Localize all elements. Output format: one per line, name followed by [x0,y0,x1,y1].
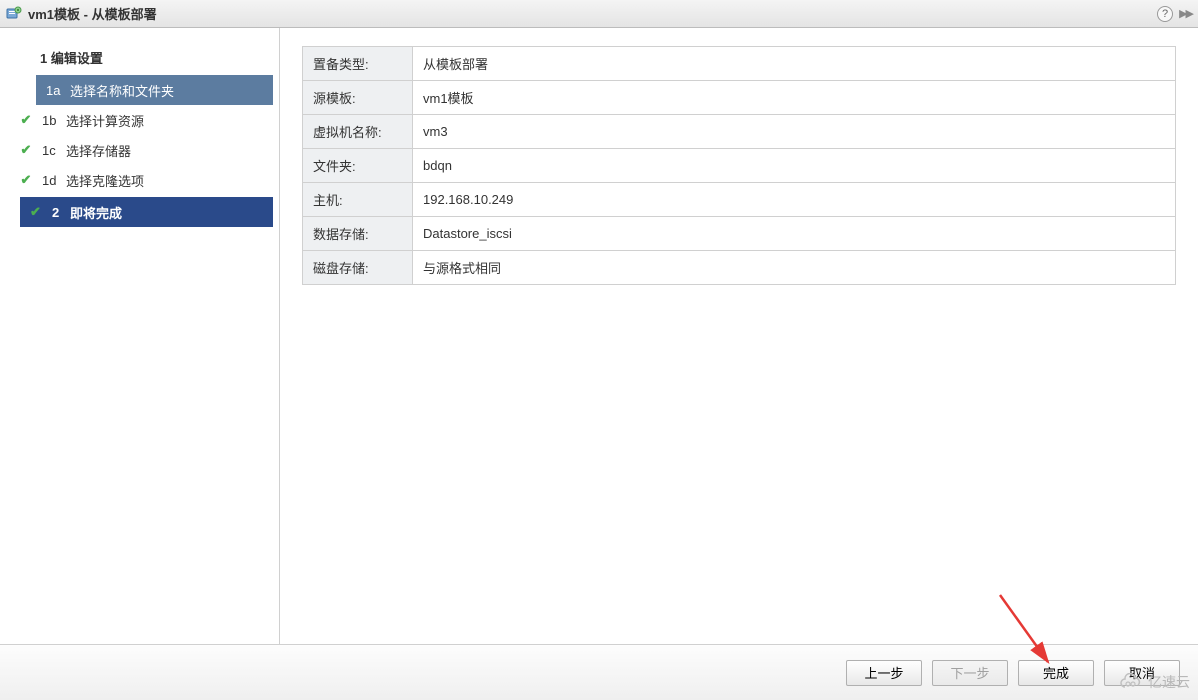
vm-template-icon [6,6,22,22]
step-label: 选择克隆选项 [66,171,144,190]
help-icon[interactable]: ? [1157,6,1173,22]
summary-value: vm3 [413,115,1176,149]
section-label: 编辑设置 [51,51,103,66]
next-button: 下一步 [932,660,1008,686]
table-row: 磁盘存储: 与源格式相同 [303,251,1176,285]
expand-icon[interactable]: ▶▶ [1179,7,1192,20]
summary-key: 源模板: [303,81,413,115]
step-number: 1d [42,173,66,188]
section-number: 2 [52,205,70,220]
summary-value: 从模板部署 [413,47,1176,81]
summary-key: 文件夹: [303,149,413,183]
main-container: 1 编辑设置 ✔ 1a 选择名称和文件夹 ✔ 1b 选择计算资源 ✔ 1c 选择… [0,28,1198,644]
step-1b[interactable]: ✔ 1b 选择计算资源 [0,105,279,135]
step-1a[interactable]: ✔ 1a 选择名称和文件夹 [36,75,273,105]
table-row: 虚拟机名称: vm3 [303,115,1176,149]
step-label: 选择计算资源 [66,111,144,130]
wizard-section-2[interactable]: ✔ 2 即将完成 [20,197,273,227]
table-row: 主机: 192.168.10.249 [303,183,1176,217]
check-icon: ✔ [18,142,34,158]
cancel-button[interactable]: 取消 [1104,660,1180,686]
summary-value: 与源格式相同 [413,251,1176,285]
step-label: 选择存储器 [66,141,131,160]
table-row: 数据存储: Datastore_iscsi [303,217,1176,251]
section-number: 1 [40,51,47,66]
summary-key: 磁盘存储: [303,251,413,285]
summary-key: 数据存储: [303,217,413,251]
step-number: 1a [46,83,70,98]
summary-value: 192.168.10.249 [413,183,1176,217]
summary-value: bdqn [413,149,1176,183]
summary-table: 置备类型: 从模板部署 源模板: vm1模板 虚拟机名称: vm3 文件夹: b… [302,46,1176,285]
step-number: 1c [42,143,66,158]
summary-key: 虚拟机名称: [303,115,413,149]
check-icon: ✔ [18,172,34,188]
wizard-sidebar: 1 编辑设置 ✔ 1a 选择名称和文件夹 ✔ 1b 选择计算资源 ✔ 1c 选择… [0,28,280,644]
content-panel: 置备类型: 从模板部署 源模板: vm1模板 虚拟机名称: vm3 文件夹: b… [280,28,1198,644]
summary-key: 主机: [303,183,413,217]
window-title: vm1模板 - 从模板部署 [28,4,157,23]
step-number: 1b [42,113,66,128]
summary-value: vm1模板 [413,81,1176,115]
step-1c[interactable]: ✔ 1c 选择存储器 [0,135,279,165]
wizard-section-1: 1 编辑设置 [0,40,279,75]
titlebar: vm1模板 - 从模板部署 ? ▶▶ [0,0,1198,28]
check-icon: ✔ [30,204,46,220]
step-label: 选择名称和文件夹 [70,81,174,100]
finish-button[interactable]: 完成 [1018,660,1094,686]
summary-key: 置备类型: [303,47,413,81]
summary-value: Datastore_iscsi [413,217,1176,251]
footer: 上一步 下一步 完成 取消 [0,644,1198,700]
step-1d[interactable]: ✔ 1d 选择克隆选项 [0,165,279,195]
table-row: 置备类型: 从模板部署 [303,47,1176,81]
section-label: 即将完成 [70,203,122,222]
back-button[interactable]: 上一步 [846,660,922,686]
table-row: 源模板: vm1模板 [303,81,1176,115]
table-row: 文件夹: bdqn [303,149,1176,183]
check-icon: ✔ [18,112,34,128]
